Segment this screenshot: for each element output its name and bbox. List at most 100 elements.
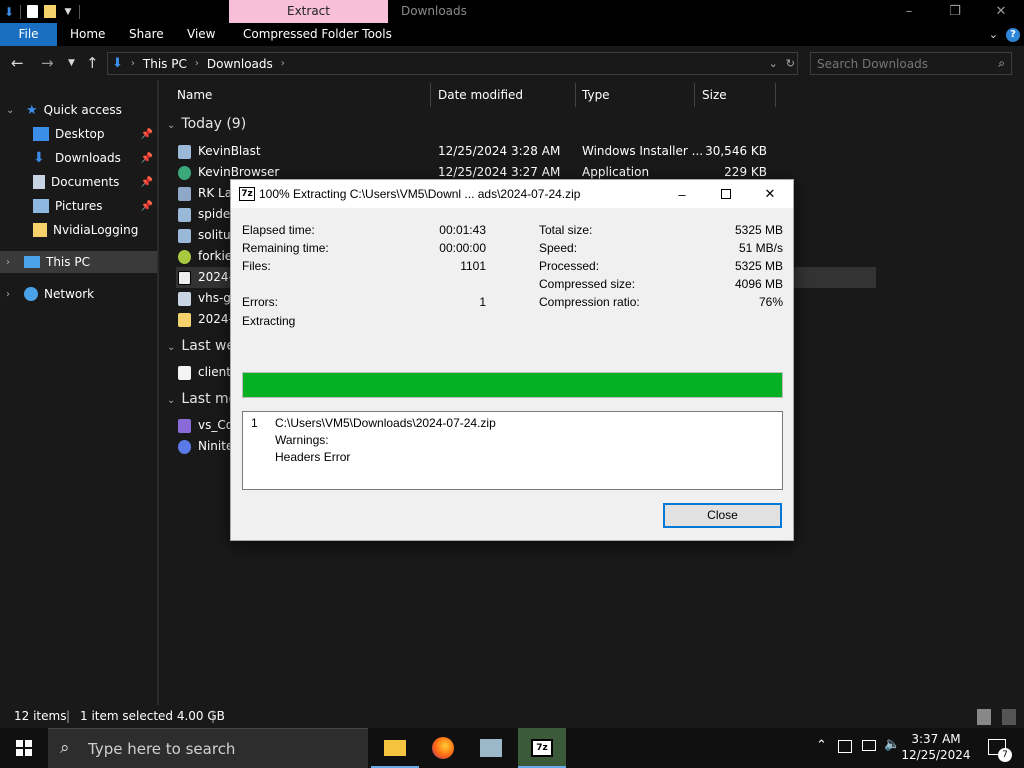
dialog-title: 100% Extracting C:\Users\VM5\Downl ... a… xyxy=(259,187,581,201)
search-box[interactable]: ⌕ xyxy=(810,52,1012,75)
address-bar[interactable]: ⬇ › This PC › Downloads › ⌄ ↻ xyxy=(107,52,798,75)
breadcrumb-this-pc[interactable]: This PC xyxy=(143,57,187,71)
network-status-icon[interactable] xyxy=(862,740,876,751)
tab-share[interactable]: Share xyxy=(129,23,164,46)
address-dropdown-icon[interactable]: ⌄ xyxy=(769,57,778,70)
column-divider[interactable] xyxy=(775,83,776,107)
taskbar-firefox[interactable] xyxy=(419,728,467,768)
nav-item-nvidialogging[interactable]: NvidiaLogging xyxy=(0,219,157,241)
crumb-separator-icon[interactable]: › xyxy=(281,58,285,69)
close-button[interactable]: Close xyxy=(663,503,782,528)
tab-file[interactable]: File xyxy=(0,23,57,46)
nav-item-documents[interactable]: Documents 📌 xyxy=(0,171,157,193)
chevron-down-icon: ⌄ xyxy=(167,342,176,353)
nav-item-desktop[interactable]: Desktop 📌 xyxy=(0,123,157,145)
nav-item-downloads[interactable]: ⬇ Downloads 📌 xyxy=(0,147,157,169)
group-label: Today (9) xyxy=(181,116,247,132)
dialog-close-button[interactable]: ✕ xyxy=(747,180,793,208)
documents-icon xyxy=(33,175,45,189)
recent-locations-icon[interactable]: ▼ xyxy=(68,58,75,68)
nav-item-pictures[interactable]: Pictures 📌 xyxy=(0,195,157,217)
downloads-location-icon: ⬇ xyxy=(112,56,123,71)
column-header-size[interactable]: Size xyxy=(702,80,727,110)
group-header-last-week[interactable]: ⌄ Last we xyxy=(167,338,235,354)
nav-quick-access[interactable]: ⌄ ★ Quick access xyxy=(0,99,157,121)
large-icons-view-icon[interactable] xyxy=(1002,709,1016,725)
installer-icon xyxy=(178,187,191,201)
crumb-separator-icon[interactable]: › xyxy=(195,58,199,69)
download-arrow-icon[interactable]: ⬇ xyxy=(2,4,16,20)
nav-label: This PC xyxy=(46,255,90,269)
log-index: 1 xyxy=(251,416,258,430)
customize-qat-icon[interactable]: ▼ xyxy=(61,4,75,20)
column-divider[interactable] xyxy=(430,83,431,107)
table-row[interactable]: KevinBlast 12/25/2024 3:28 AM Windows In… xyxy=(176,141,876,162)
file-explorer-icon xyxy=(384,740,406,756)
column-divider[interactable] xyxy=(575,83,576,107)
context-tab-extract[interactable]: Extract xyxy=(229,0,388,23)
taskbar-file-explorer[interactable] xyxy=(371,728,419,768)
nav-network[interactable]: › Network xyxy=(0,283,157,305)
column-header-name[interactable]: Name xyxy=(177,80,212,110)
column-divider[interactable] xyxy=(694,83,695,107)
nav-this-pc[interactable]: › This PC xyxy=(0,251,157,273)
status-divider: | xyxy=(211,709,216,723)
ribbon-right-controls: ⌄ ? xyxy=(989,23,1020,46)
maximize-icon xyxy=(721,189,731,199)
restore-button[interactable]: ❐ xyxy=(932,0,978,23)
crumb-separator-icon[interactable]: › xyxy=(131,58,135,69)
new-folder-icon[interactable] xyxy=(43,4,57,20)
properties-icon[interactable] xyxy=(25,4,39,20)
column-header-type[interactable]: Type xyxy=(582,80,610,110)
file-type: Windows Installer ... xyxy=(582,144,704,158)
qat-divider xyxy=(20,4,21,19)
chevron-up-icon[interactable]: ⌃ xyxy=(816,738,827,753)
dialog-minimize-button[interactable]: – xyxy=(659,180,705,208)
star-icon: ★ xyxy=(26,102,38,118)
taskbar-search[interactable]: ⌕ Type here to search xyxy=(48,728,368,768)
up-arrow-icon[interactable]: ↑ xyxy=(86,54,99,72)
taskbar-app[interactable] xyxy=(467,728,515,768)
desktop-icon xyxy=(33,127,49,141)
remaining-time-value: 00:00:00 xyxy=(439,241,486,255)
folder-icon xyxy=(33,223,47,237)
breadcrumb-downloads[interactable]: Downloads xyxy=(207,57,273,71)
chevron-down-icon[interactable]: ⌄ xyxy=(6,105,14,116)
close-window-button[interactable]: ✕ xyxy=(978,0,1024,23)
group-header-last-month[interactable]: ⌄ Last mo xyxy=(167,391,237,407)
tab-view[interactable]: View xyxy=(187,23,215,46)
search-icon[interactable]: ⌕ xyxy=(998,56,1005,71)
start-button[interactable] xyxy=(0,728,48,768)
minimize-icon: – xyxy=(905,4,913,19)
ribbon-tabs: File Home Share View Compressed Folder T… xyxy=(0,23,1024,46)
clock[interactable]: 3:37 AM 12/25/2024 xyxy=(896,731,976,763)
minimize-button[interactable]: – xyxy=(886,0,932,23)
remaining-time-label: Remaining time: xyxy=(242,241,329,255)
file-name: vhs-gi xyxy=(198,291,235,305)
tab-home[interactable]: Home xyxy=(70,23,105,46)
ninite-icon xyxy=(178,440,191,454)
file-name: forkie xyxy=(198,249,233,263)
column-header-date-modified[interactable]: Date modified xyxy=(438,80,523,110)
forward-arrow-icon[interactable]: → xyxy=(41,54,54,72)
chevron-right-icon[interactable]: › xyxy=(6,257,10,268)
taskbar-7zip[interactable]: 7z xyxy=(518,728,566,768)
refresh-icon[interactable]: ↻ xyxy=(786,57,795,70)
search-input[interactable] xyxy=(817,53,987,74)
installer-icon xyxy=(178,229,191,243)
chevron-right-icon[interactable]: › xyxy=(6,289,10,300)
processed-label: Processed: xyxy=(539,259,600,273)
group-header-today[interactable]: ⌄ Today (9) xyxy=(167,116,246,132)
expand-ribbon-icon[interactable]: ⌄ xyxy=(989,28,998,41)
pin-icon: 📌 xyxy=(140,176,153,188)
security-icon[interactable] xyxy=(838,740,852,753)
dialog-maximize-button[interactable] xyxy=(703,180,749,208)
tab-compressed-folder-tools[interactable]: Compressed Folder Tools xyxy=(243,23,392,46)
firefox-icon xyxy=(432,737,454,759)
dialog-title-bar[interactable]: 7z 100% Extracting C:\Users\VM5\Downl ..… xyxy=(231,180,793,208)
message-log[interactable]: 1 C:\Users\VM5\Downloads\2024-07-24.zip … xyxy=(242,411,783,490)
clock-date: 12/25/2024 xyxy=(901,748,971,762)
back-arrow-icon[interactable]: ← xyxy=(11,54,24,72)
help-icon[interactable]: ? xyxy=(1006,27,1020,42)
details-view-icon[interactable] xyxy=(977,709,991,725)
